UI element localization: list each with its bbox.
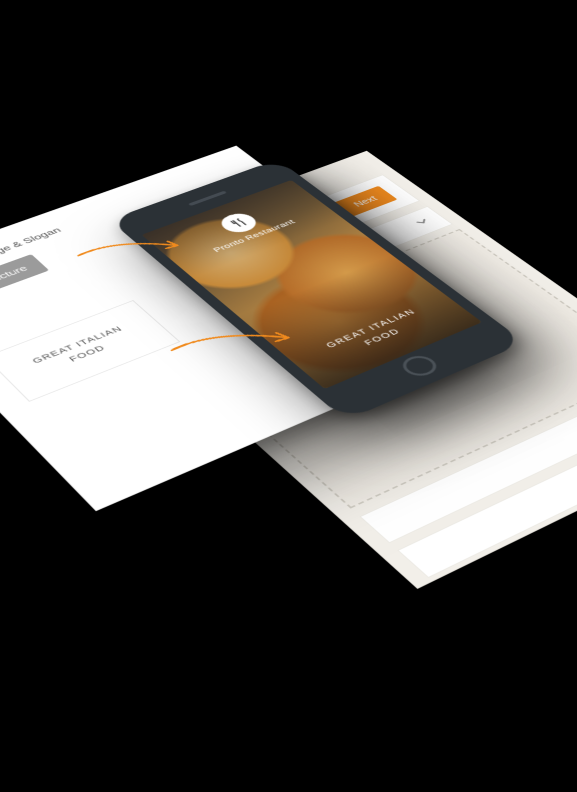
restaurant-brand: Pronto Restaurant [152,188,332,268]
slogan-line: FOOD [297,301,464,375]
phone-speaker [187,191,226,206]
phone-home-button [395,352,441,379]
slogan-input[interactable]: GREAT ITALIAN FOOD [0,300,180,402]
change-picture-button[interactable]: Change picture [0,254,49,311]
phone-slogan: GREAT ITALIAN FOOD [286,293,464,375]
chevron-down-icon [412,217,432,228]
restaurant-name: Pronto Restaurant [174,205,332,268]
slogan-line: GREAT ITALIAN [286,293,453,366]
